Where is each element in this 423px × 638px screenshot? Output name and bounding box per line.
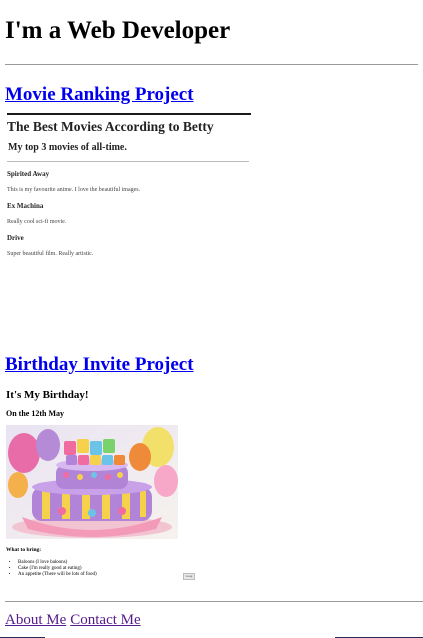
movie-project-heading: Movie Ranking Project (5, 83, 418, 107)
page-title: I'm a Web Developer (5, 17, 231, 44)
movie-item: Ex Machina Really cool sci-fi movie. (7, 202, 251, 226)
movie-preview-title: The Best Movies According to Betty (7, 119, 214, 134)
footer-nav: About Me Contact Me (5, 610, 145, 630)
birthday-project-preview: It's My Birthday! On the 12th May What t… (5, 389, 196, 589)
movie-project-link[interactable]: Movie Ranking Project (5, 84, 194, 105)
movie-project-preview: The Best Movies According to Betty My to… (5, 113, 251, 353)
bring-list: Baloons (I love baloons) Cake (I'm reall… (6, 560, 196, 578)
birthday-project-link[interactable]: Birthday Invite Project (5, 354, 194, 375)
movie-preview-subtitle: My top 3 movies of all-time. (8, 142, 127, 153)
map-button: Goog (183, 573, 195, 580)
movie-item-text: Super beautiful film. Really artistic. (7, 251, 94, 257)
movie-item-text: Really cool sci-fi movie. (7, 219, 67, 225)
birthday-preview-title: It's My Birthday! (6, 389, 89, 401)
preview-top-border (7, 113, 251, 115)
top-divider (5, 64, 418, 65)
movie-item-title: Drive (7, 234, 24, 242)
about-me-link[interactable]: About Me (5, 612, 66, 628)
birthday-project-heading: Birthday Invite Project (5, 353, 418, 377)
contact-me-link[interactable]: Contact Me (70, 612, 140, 628)
movie-item-text: This is my favourite anime. I love the b… (7, 187, 141, 193)
movie-item: Spirited Away This is my favourite anime… (7, 170, 251, 194)
movie-item-title: Ex Machina (7, 202, 44, 210)
birthday-cake-image (6, 425, 178, 539)
movie-item: Drive Super beautiful film. Really artis… (7, 234, 251, 258)
birthday-preview-date: On the 12th May (6, 409, 64, 418)
bring-heading: What to bring: (6, 547, 42, 553)
list-item: An appetite (There will be lots of food) (18, 572, 196, 578)
page: I'm a Web Developer Movie Ranking Projec… (0, 0, 423, 589)
movie-preview-divider (7, 161, 249, 162)
bottom-divider (5, 601, 423, 602)
movie-item-title: Spirited Away (7, 170, 50, 178)
